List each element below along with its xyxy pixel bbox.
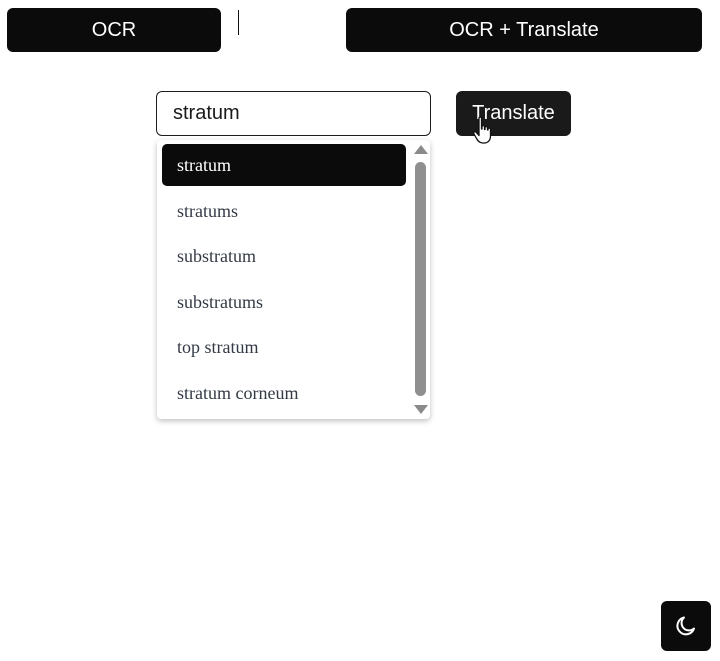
page: OCR OCR + Translate Translate stratum st… [0, 0, 720, 661]
suggestion-item[interactable]: substratums [162, 281, 406, 323]
hand-pointer-cursor-icon [473, 116, 492, 144]
scroll-up-arrow-icon[interactable] [414, 145, 428, 154]
scrollbar-thumb[interactable] [415, 162, 426, 396]
suggestions-dropdown: stratum stratums substratum substratums … [157, 140, 430, 419]
suggestion-item[interactable]: stratums [162, 190, 406, 232]
search-field-wrapper [156, 91, 431, 136]
text-caret [238, 10, 239, 35]
moon-icon [676, 616, 695, 636]
suggestion-item[interactable]: top stratum [162, 326, 406, 368]
search-input[interactable] [157, 92, 430, 135]
scroll-down-arrow-icon[interactable] [414, 405, 428, 414]
suggestion-item[interactable]: stratum corneum [162, 372, 406, 414]
suggestion-item[interactable]: stratum [162, 144, 406, 186]
ocr-translate-button[interactable]: OCR + Translate [346, 8, 702, 52]
theme-toggle-button[interactable] [661, 601, 711, 651]
suggestion-item[interactable]: substratum [162, 235, 406, 277]
ocr-button[interactable]: OCR [7, 8, 221, 52]
